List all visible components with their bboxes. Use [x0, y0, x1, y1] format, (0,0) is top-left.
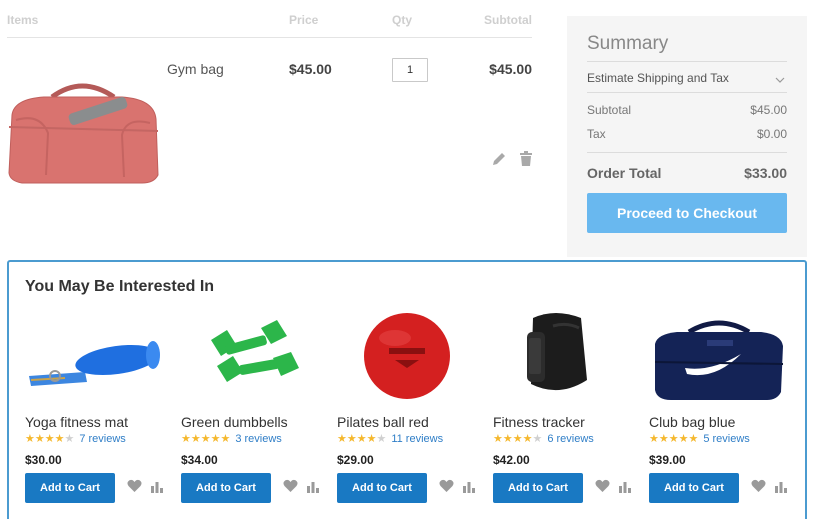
add-to-cart-button[interactable]: Add to Cart [493, 473, 583, 503]
summary-tax-value: $0.00 [756, 127, 787, 141]
summary-subtotal-row: Subtotal $45.00 [587, 103, 787, 117]
estimate-shipping-toggle[interactable]: Estimate Shipping and Tax [587, 61, 787, 93]
header-subtotal: Subtotal [484, 13, 532, 27]
rating-stars: ★★★★★ 5 reviews [649, 432, 750, 445]
reviews-link[interactable]: 3 reviews [235, 433, 281, 445]
reviews-link[interactable]: 6 reviews [547, 433, 593, 445]
interested-products-block: You May Be Interested In Yoga fitness ma… [7, 260, 807, 519]
summary-title: Summary [587, 33, 669, 54]
heart-icon[interactable] [439, 479, 454, 498]
order-summary: Summary Estimate Shipping and Tax Subtot… [567, 16, 807, 257]
product-card: Club bag blue ★★★★★ 5 reviews $39.00 Add … [649, 310, 799, 510]
product-name[interactable]: Pilates ball red [337, 414, 429, 430]
product-card: Pilates ball red ★★★★★ 11 reviews $29.00 … [337, 310, 487, 510]
pilates-ball-image[interactable] [337, 310, 477, 405]
product-card: Fitness tracker ★★★★★ 6 reviews $42.00 Ad… [493, 310, 643, 510]
gym-bag-image[interactable] [4, 75, 162, 190]
cart-item-subtotal: $45.00 [489, 61, 532, 77]
add-to-cart-button[interactable]: Add to Cart [25, 473, 115, 503]
header-price: Price [289, 13, 319, 27]
yoga-mat-image[interactable] [25, 310, 165, 405]
summary-subtotal-value: $45.00 [750, 103, 787, 117]
dumbbells-image[interactable] [181, 310, 321, 405]
star-icon: ★★★★★ [181, 433, 231, 445]
heart-icon[interactable] [595, 479, 610, 498]
product-card: Green dumbbells ★★★★★ 3 reviews $34.00 Ad… [181, 310, 331, 510]
proceed-to-checkout-button[interactable]: Proceed to Checkout [587, 193, 787, 233]
edit-pencil-icon[interactable] [491, 151, 507, 172]
product-price: $30.00 [25, 453, 62, 467]
product-name[interactable]: Yoga fitness mat [25, 414, 128, 430]
heart-icon[interactable] [751, 479, 766, 498]
compare-bars-icon[interactable] [618, 480, 632, 498]
heart-icon[interactable] [127, 479, 142, 498]
add-to-cart-button[interactable]: Add to Cart [181, 473, 271, 503]
add-to-cart-button[interactable]: Add to Cart [649, 473, 739, 503]
header-qty: Qty [392, 13, 413, 27]
interested-title: You May Be Interested In [25, 278, 215, 295]
fitness-tracker-image[interactable] [493, 310, 633, 405]
rating-stars: ★★★★★ 7 reviews [25, 432, 126, 445]
estimate-shipping-label: Estimate Shipping and Tax [587, 71, 729, 85]
cart-table-header: Items Price Qty Subtotal [7, 13, 532, 38]
header-items: Items [7, 13, 39, 27]
product-price: $29.00 [337, 453, 374, 467]
reviews-link[interactable]: 11 reviews [391, 433, 443, 445]
heart-icon[interactable] [283, 479, 298, 498]
reviews-link[interactable]: 5 reviews [703, 433, 749, 445]
club-bag-image[interactable] [649, 310, 789, 405]
star-empty-icon: ★ [64, 433, 75, 445]
add-to-cart-button[interactable]: Add to Cart [337, 473, 427, 503]
product-name[interactable]: Club bag blue [649, 414, 735, 430]
star-icon: ★★★★ [493, 433, 533, 445]
rating-stars: ★★★★★ 3 reviews [181, 432, 282, 445]
product-name[interactable]: Green dumbbells [181, 414, 288, 430]
cart-item-name[interactable]: Gym bag [167, 61, 224, 77]
qty-input[interactable] [392, 58, 428, 82]
summary-tax-row: Tax $0.00 [587, 127, 787, 141]
reviews-link[interactable]: 7 reviews [79, 433, 125, 445]
product-card: Yoga fitness mat ★★★★★ 7 reviews $30.00 A… [25, 310, 175, 510]
trash-icon[interactable] [519, 151, 533, 172]
order-total-label: Order Total [587, 165, 662, 181]
cart-item-actions [491, 151, 533, 169]
product-price: $34.00 [181, 453, 218, 467]
summary-subtotal-label: Subtotal [587, 103, 632, 117]
star-icon: ★★★★★ [649, 433, 699, 445]
compare-bars-icon[interactable] [774, 480, 788, 498]
order-total-value: $33.00 [744, 165, 787, 181]
star-icon: ★★★★ [25, 433, 65, 445]
rating-stars: ★★★★★ 6 reviews [493, 432, 594, 445]
product-name[interactable]: Fitness tracker [493, 414, 585, 430]
star-empty-icon: ★ [532, 433, 543, 445]
compare-bars-icon[interactable] [306, 480, 320, 498]
summary-tax-label: Tax [587, 127, 606, 141]
compare-bars-icon[interactable] [462, 480, 476, 498]
product-price: $39.00 [649, 453, 686, 467]
star-empty-icon: ★ [376, 433, 387, 445]
chevron-down-icon [775, 71, 785, 89]
cart-item-price: $45.00 [289, 61, 332, 77]
rating-stars: ★★★★★ 11 reviews [337, 432, 443, 445]
star-icon: ★★★★ [337, 433, 377, 445]
product-price: $42.00 [493, 453, 530, 467]
order-total-row: Order Total $33.00 [587, 152, 787, 181]
cart-table: Items Price Qty Subtotal Gym bag $45.00 … [0, 0, 540, 250]
compare-bars-icon[interactable] [150, 480, 164, 498]
